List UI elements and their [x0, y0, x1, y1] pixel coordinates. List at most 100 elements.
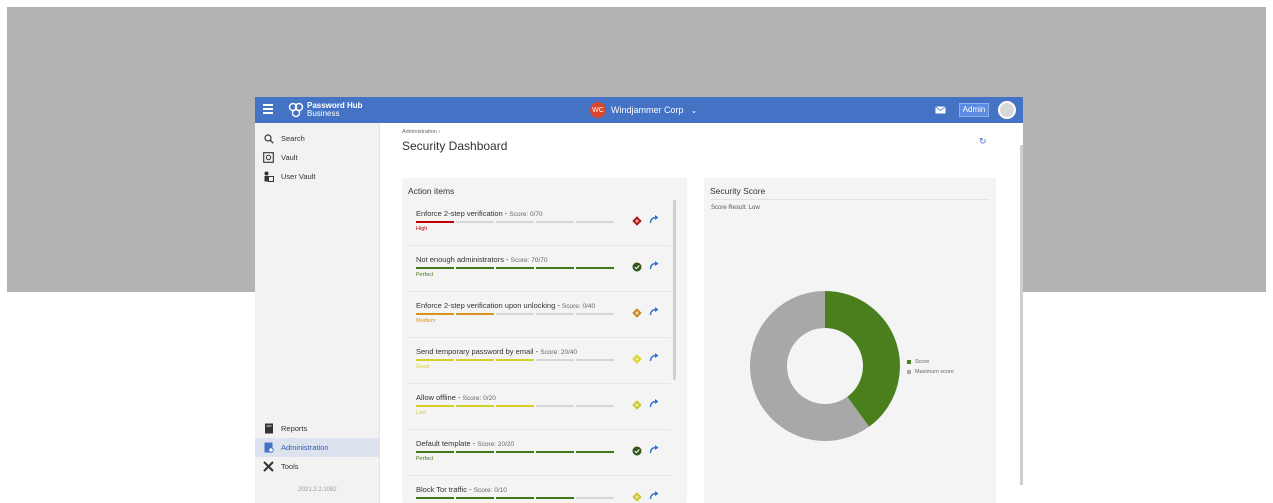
progress-segment — [456, 405, 494, 407]
progress-segment — [456, 313, 494, 315]
action-item-name: Enforce 2-step verification — [416, 209, 503, 218]
action-item-score: Score: 0/70 — [509, 211, 543, 218]
refresh-icon[interactable]: ↻ — [979, 136, 987, 147]
progress-segment — [576, 267, 614, 269]
search-icon — [263, 133, 274, 144]
progress-segment — [576, 313, 614, 315]
company-selector[interactable]: WC Windjammer Corp ⌄ — [590, 102, 697, 118]
action-item-score: Score: 20/20 — [477, 441, 515, 448]
action-items-panel: Action items Enforce 2-step verification… — [402, 178, 687, 503]
sidebar-item-search[interactable]: Search — [255, 129, 380, 148]
progress-segment — [456, 359, 494, 361]
score-progress-bar — [416, 359, 614, 361]
top-bar: Password Hub Business WC Windjammer Corp… — [255, 97, 1023, 123]
risk-level-label: Medium — [416, 318, 436, 324]
progress-segment — [416, 497, 454, 499]
high-risk-icon — [632, 216, 642, 226]
progress-segment — [576, 497, 614, 499]
progress-segment — [456, 221, 494, 223]
sidebar: Search Vault User Vault Reports Administ… — [255, 123, 380, 503]
action-item-name: Enforce 2-step verification upon unlocki… — [416, 301, 556, 310]
avatar[interactable] — [998, 101, 1016, 119]
progress-segment — [496, 221, 534, 223]
menu-icon[interactable] — [263, 104, 273, 116]
action-item-score: Score: 0/10 — [473, 487, 507, 494]
action-item-name: Block Tor traffic — [416, 485, 467, 494]
action-item-title: Default template - Score: 20/20 — [416, 439, 514, 448]
low-risk-icon — [632, 400, 642, 410]
breadcrumb[interactable]: Administration › — [402, 129, 440, 135]
legend-swatch — [907, 360, 911, 364]
progress-segment — [456, 267, 494, 269]
action-item[interactable]: Default template - Score: 20/20 Perfect — [408, 430, 671, 476]
company-badge: WC — [590, 102, 606, 118]
reports-icon — [263, 423, 274, 434]
progress-segment — [416, 221, 454, 223]
share-icon[interactable] — [649, 490, 659, 500]
action-item-title: Send temporary password by email - Score… — [416, 347, 577, 356]
action-item[interactable]: Enforce 2-step verification upon unlocki… — [408, 292, 671, 338]
progress-segment — [456, 451, 494, 453]
share-icon[interactable] — [649, 444, 659, 454]
score-progress-bar — [416, 497, 614, 499]
tools-icon — [263, 461, 274, 472]
progress-segment — [536, 359, 574, 361]
page-title: Security Dashboard — [402, 139, 508, 153]
security-score-panel: Security Score Score Result: Low Score M… — [704, 178, 996, 503]
risk-level-label: High — [416, 226, 428, 232]
progress-segment — [416, 359, 454, 361]
action-item[interactable]: Send temporary password by email - Score… — [408, 338, 671, 384]
progress-segment — [416, 267, 454, 269]
share-icon[interactable] — [649, 214, 659, 224]
low-risk-icon — [632, 492, 642, 502]
sidebar-item-user-vault[interactable]: User Vault — [255, 167, 380, 186]
legend-item-maximum[interactable]: Maximum score — [907, 369, 954, 375]
action-item-name: Allow offline — [416, 393, 456, 402]
sidebar-item-label: Vault — [281, 153, 298, 162]
action-item-title: Enforce 2-step verification upon unlocki… — [416, 301, 595, 310]
sidebar-item-label: User Vault — [281, 172, 316, 181]
sidebar-item-vault[interactable]: Vault — [255, 148, 380, 167]
share-icon[interactable] — [649, 306, 659, 316]
action-item[interactable]: Not enough administrators - Score: 70/70… — [408, 246, 671, 292]
admin-button[interactable]: Admin — [959, 103, 989, 117]
sidebar-item-reports[interactable]: Reports — [255, 419, 380, 438]
action-item-title: Allow offline - Score: 0/20 — [416, 393, 496, 402]
score-result: Score Result: Low — [711, 205, 760, 211]
progress-segment — [496, 451, 534, 453]
good-risk-icon — [632, 354, 642, 364]
progress-segment — [496, 359, 534, 361]
action-items-scrollbar[interactable] — [673, 200, 676, 380]
progress-segment — [536, 405, 574, 407]
sidebar-item-tools[interactable]: Tools — [255, 457, 380, 476]
action-item[interactable]: Allow offline - Score: 0/20 Low — [408, 384, 671, 430]
page-scrollbar[interactable] — [1020, 145, 1023, 485]
action-item-title: Not enough administrators - Score: 70/70 — [416, 255, 548, 264]
sidebar-item-administration[interactable]: Administration — [255, 438, 380, 457]
share-icon[interactable] — [649, 352, 659, 362]
risk-level-label: Good — [416, 364, 430, 370]
legend-item-score[interactable]: Score — [907, 359, 954, 365]
progress-segment — [496, 267, 534, 269]
score-progress-bar — [416, 221, 614, 223]
password-hub-logo-icon — [288, 102, 304, 118]
score-progress-bar — [416, 451, 614, 453]
action-item[interactable]: Block Tor traffic - Score: 0/10 — [408, 476, 671, 503]
risk-level-label: Perfect — [416, 272, 434, 278]
mail-icon[interactable] — [935, 106, 946, 114]
share-icon[interactable] — [649, 398, 659, 408]
action-item-name: Not enough administrators — [416, 255, 504, 264]
progress-segment — [416, 313, 454, 315]
progress-segment — [496, 497, 534, 499]
action-item[interactable]: Enforce 2-step verification - Score: 0/7… — [408, 200, 671, 246]
progress-segment — [496, 313, 534, 315]
action-item-name: Default template — [416, 439, 471, 448]
legend-swatch — [907, 370, 911, 374]
progress-segment — [416, 451, 454, 453]
action-item-title: Block Tor traffic - Score: 0/10 — [416, 485, 507, 494]
brand-subtitle: Business — [307, 109, 340, 118]
share-icon[interactable] — [649, 260, 659, 270]
progress-segment — [496, 405, 534, 407]
progress-segment — [536, 267, 574, 269]
brand-name[interactable]: Password Hub Business — [307, 102, 363, 118]
